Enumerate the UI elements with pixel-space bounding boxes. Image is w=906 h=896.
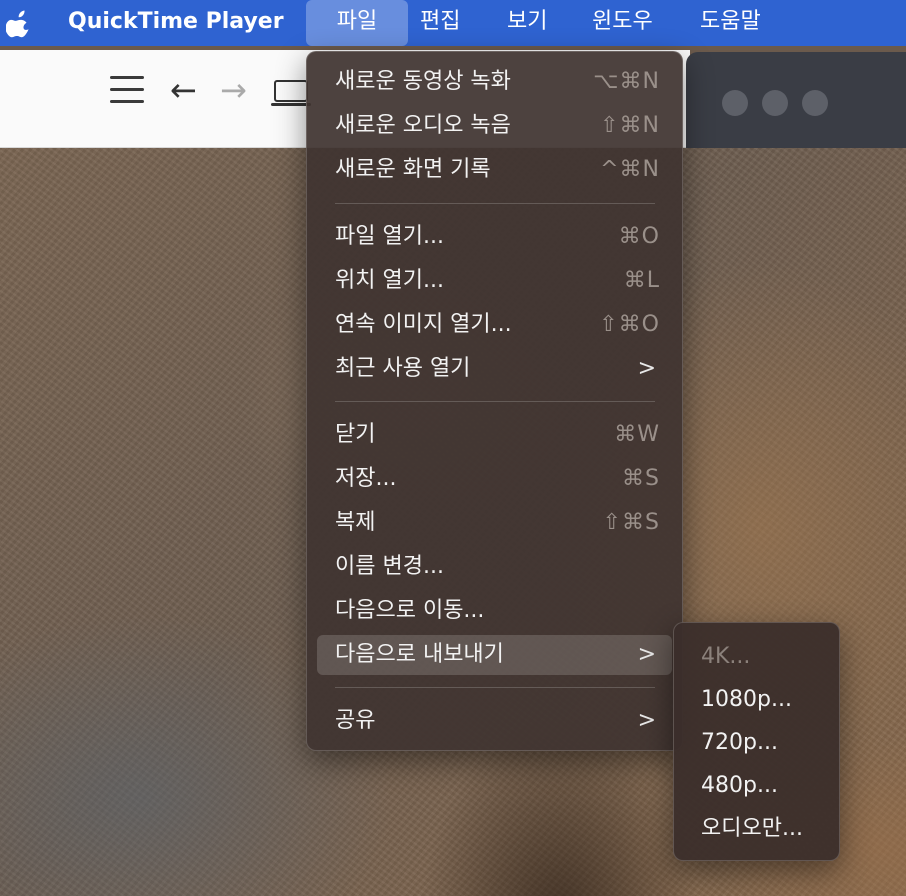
laptop-icon[interactable]	[271, 80, 311, 106]
shortcut-label: ⇧⌘S	[602, 510, 660, 535]
menu-item-open-image-sequence[interactable]: 연속 이미지 열기... ⇧⌘O	[317, 305, 672, 345]
apple-logo-icon[interactable]	[6, 8, 32, 38]
shortcut-label: ⌘W	[614, 422, 660, 447]
shortcut-label: ⌥⌘N	[593, 69, 660, 94]
menu-item-new-screen-recording[interactable]: 새로운 화면 기록 ^⌘N	[317, 150, 672, 190]
hamburger-menu-icon[interactable]	[110, 76, 144, 104]
menu-item-save[interactable]: 저장... ⌘S	[317, 459, 672, 499]
menu-bar: QuickTime Player 파일 편집 보기 윈도우 도움말	[0, 0, 906, 46]
chevron-right-icon: >	[637, 642, 656, 667]
submenu-item-720p[interactable]: 720p...	[682, 723, 832, 763]
file-menu: 새로운 동영상 녹화 ⌥⌘N 새로운 오디오 녹음 ⇧⌘N 새로운 화면 기록 …	[306, 51, 683, 751]
menu-item-new-movie-recording[interactable]: 새로운 동영상 녹화 ⌥⌘N	[317, 62, 672, 102]
menu-item-open-location[interactable]: 위치 열기... ⌘L	[317, 261, 672, 301]
menu-item-open-file[interactable]: 파일 열기... ⌘O	[317, 217, 672, 257]
menu-item-close[interactable]: 닫기 ⌘W	[317, 415, 672, 455]
menu-item-move-to[interactable]: 다음으로 이동...	[317, 591, 672, 631]
menu-separator	[335, 687, 655, 688]
menu-item-rename[interactable]: 이름 변경...	[317, 547, 672, 587]
menubar-item-help[interactable]: 도움말	[700, 0, 761, 46]
export-submenu: 4K... 1080p... 720p... 480p... 오디오만...	[673, 622, 840, 861]
forward-arrow-icon[interactable]: →	[220, 70, 247, 110]
menubar-item-view[interactable]: 보기	[507, 0, 547, 46]
shortcut-label: ⌘O	[618, 224, 660, 249]
menubar-item-file[interactable]: 파일	[306, 0, 408, 46]
player-window-titlebar	[686, 52, 906, 148]
menubar-item-window[interactable]: 윈도우	[592, 0, 653, 46]
menubar-app-name[interactable]: QuickTime Player	[68, 0, 284, 46]
menu-item-duplicate[interactable]: 복제 ⇧⌘S	[317, 503, 672, 543]
menu-separator	[335, 401, 655, 402]
shortcut-label: ⇧⌘O	[599, 312, 660, 337]
shortcut-label: ⌘L	[623, 268, 660, 293]
window-control-dot[interactable]	[722, 90, 748, 116]
menu-item-new-audio-recording[interactable]: 새로운 오디오 녹음 ⇧⌘N	[317, 106, 672, 146]
shortcut-label: ^⌘N	[600, 157, 660, 182]
chevron-right-icon: >	[637, 356, 656, 381]
menu-item-export-as[interactable]: 다음으로 내보내기 >	[317, 635, 672, 675]
window-control-dot[interactable]	[762, 90, 788, 116]
window-control-dot[interactable]	[802, 90, 828, 116]
chevron-right-icon: >	[637, 708, 656, 733]
menu-separator	[335, 203, 655, 204]
shortcut-label: ⌘S	[622, 466, 660, 491]
submenu-item-1080p[interactable]: 1080p...	[682, 680, 832, 720]
submenu-item-audio-only[interactable]: 오디오만...	[682, 809, 832, 849]
back-arrow-icon[interactable]: ←	[170, 70, 197, 110]
menubar-item-edit[interactable]: 편집	[420, 0, 460, 46]
submenu-item-4k: 4K...	[701, 644, 751, 669]
submenu-item-480p[interactable]: 480p...	[682, 766, 832, 806]
shortcut-label: ⇧⌘N	[600, 113, 660, 138]
menu-item-open-recent[interactable]: 최근 사용 열기 >	[317, 349, 672, 389]
menu-item-share[interactable]: 공유 >	[317, 701, 672, 741]
